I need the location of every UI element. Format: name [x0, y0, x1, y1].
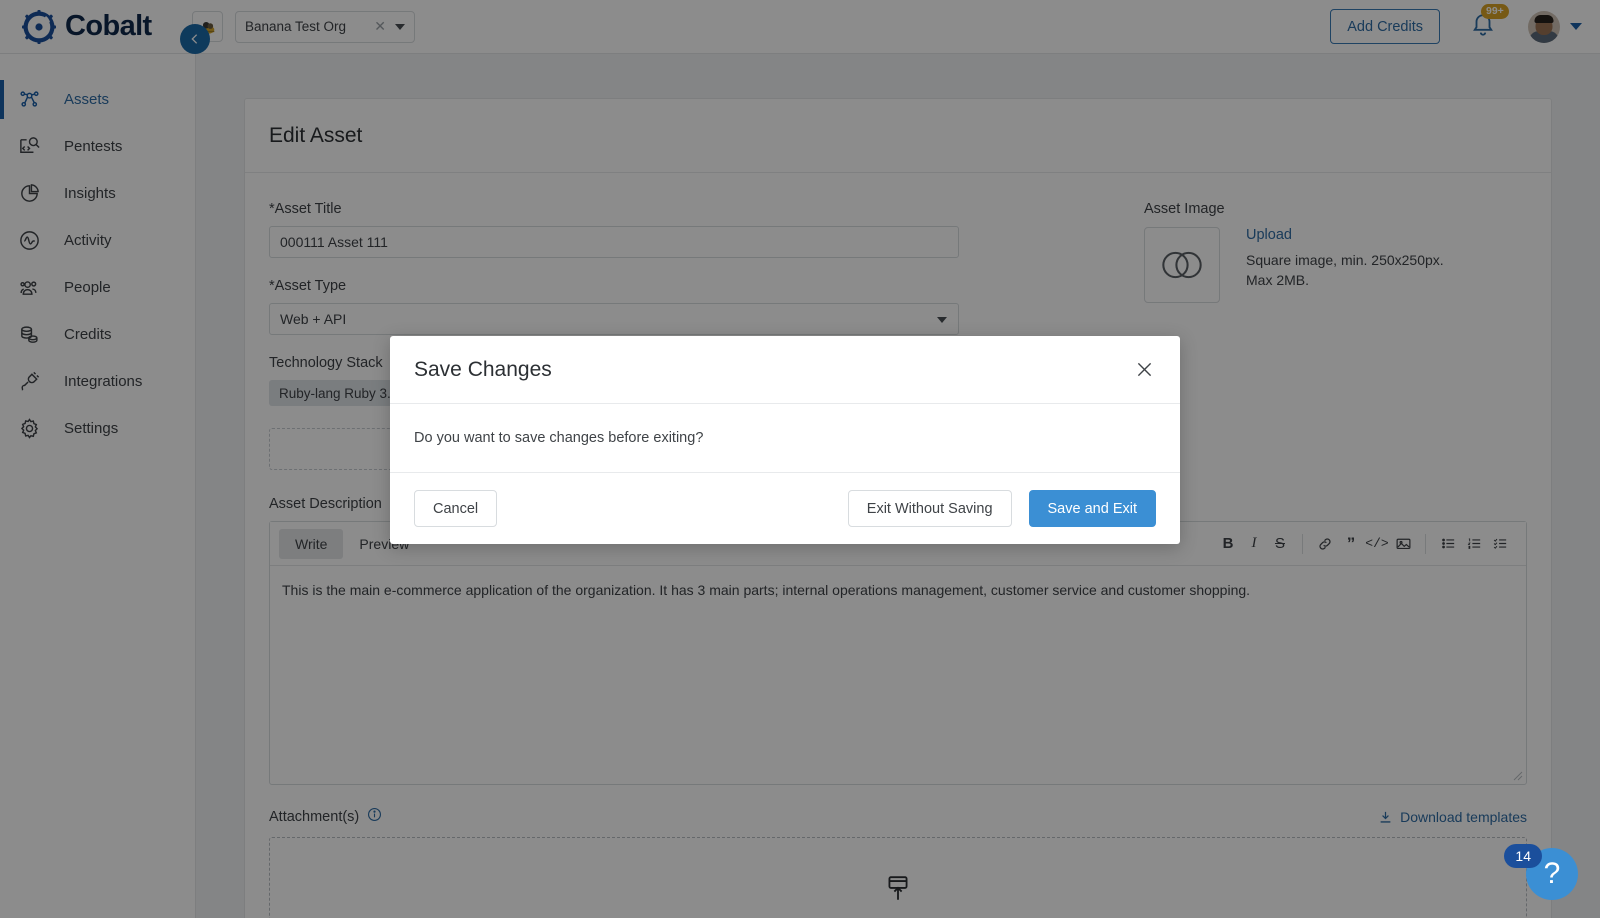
help-badge[interactable]: 14 [1504, 844, 1542, 868]
question-mark-icon: ? [1543, 857, 1561, 890]
dialog-footer: Cancel Exit Without Saving Save and Exit [390, 473, 1180, 544]
dialog-header: Save Changes [390, 336, 1180, 404]
save-changes-dialog: Save Changes Do you want to save changes… [390, 336, 1180, 544]
dialog-title: Save Changes [414, 357, 552, 381]
dialog-message: Do you want to save changes before exiti… [390, 404, 1180, 473]
save-and-exit-button[interactable]: Save and Exit [1028, 490, 1156, 527]
close-icon[interactable] [1132, 358, 1156, 382]
exit-without-saving-button[interactable]: Exit Without Saving [847, 490, 1012, 527]
cancel-button[interactable]: Cancel [414, 490, 498, 527]
